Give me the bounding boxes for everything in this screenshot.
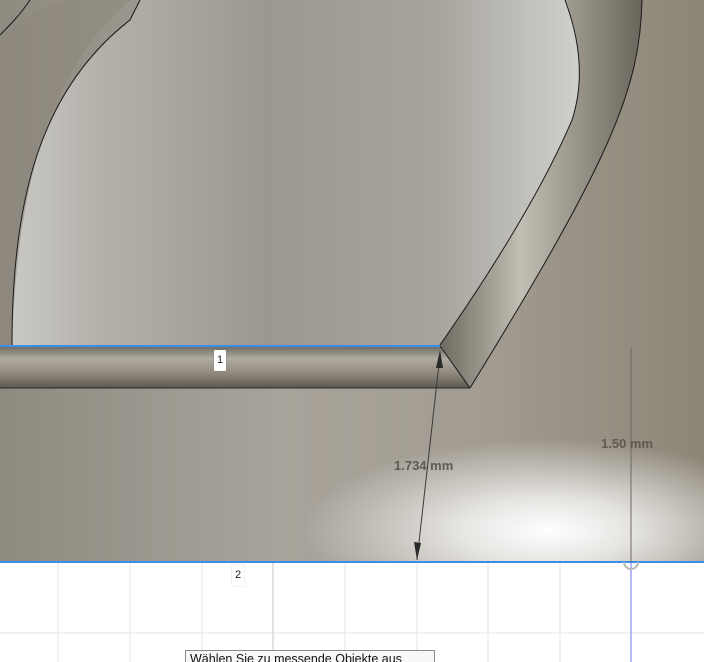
grid-plane [0,562,704,662]
selection-marker-2[interactable]: 2 [232,565,245,586]
model-scene[interactable] [0,0,704,662]
height-measurement-label: 1.50 mm [601,436,654,451]
horizontal-bar[interactable] [0,346,470,388]
status-hint-tooltip: Wählen Sie zu messende Objekte aus [185,650,435,662]
selection-marker-1[interactable]: 1 [214,350,227,371]
distance-measurement-label: 1.734 mm [394,458,454,473]
3d-viewport[interactable]: 1 2 1.734 mm 1.50 mm Wählen Sie zu messe… [0,0,704,662]
